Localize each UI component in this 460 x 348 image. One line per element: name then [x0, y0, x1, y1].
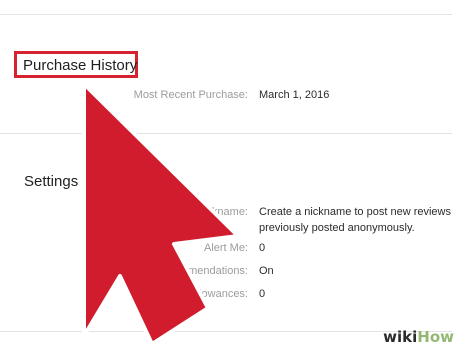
top-divider — [0, 14, 452, 15]
wikihow-watermark: wikiHow — [383, 328, 454, 346]
watermark-part1: wiki — [383, 328, 418, 346]
allowances-value[interactable]: 0 — [259, 286, 265, 302]
nickname-label: Nickname: — [196, 206, 248, 218]
account-settings-page: Purchase History Most Recent Purchase: M… — [0, 0, 460, 348]
watermark-part2: How — [417, 328, 454, 346]
alert-me-label: Alert Me: — [203, 242, 248, 254]
nickname-value-line1: Create a nickname to post new reviews — [259, 206, 451, 218]
most-recent-purchase-label: Most Recent Purchase: — [133, 89, 248, 101]
recommendations-value[interactable]: On — [259, 263, 274, 279]
alert-me-value[interactable]: 0 — [259, 240, 265, 256]
nickname-value[interactable]: Create a nickname to post new reviews pr… — [259, 204, 451, 236]
most-recent-purchase-value: March 1, 2016 — [259, 89, 330, 101]
settings-heading: Settings — [24, 173, 79, 190]
purchase-history-heading: Purchase History — [23, 57, 138, 74]
allowances-label: Allowances: — [189, 288, 248, 300]
recommendations-label: mendations: — [188, 265, 248, 277]
section-divider — [0, 133, 452, 134]
nickname-value-line2: previously posted anonymously. — [259, 222, 415, 234]
purchase-history-highlight: Purchase History — [14, 51, 138, 78]
